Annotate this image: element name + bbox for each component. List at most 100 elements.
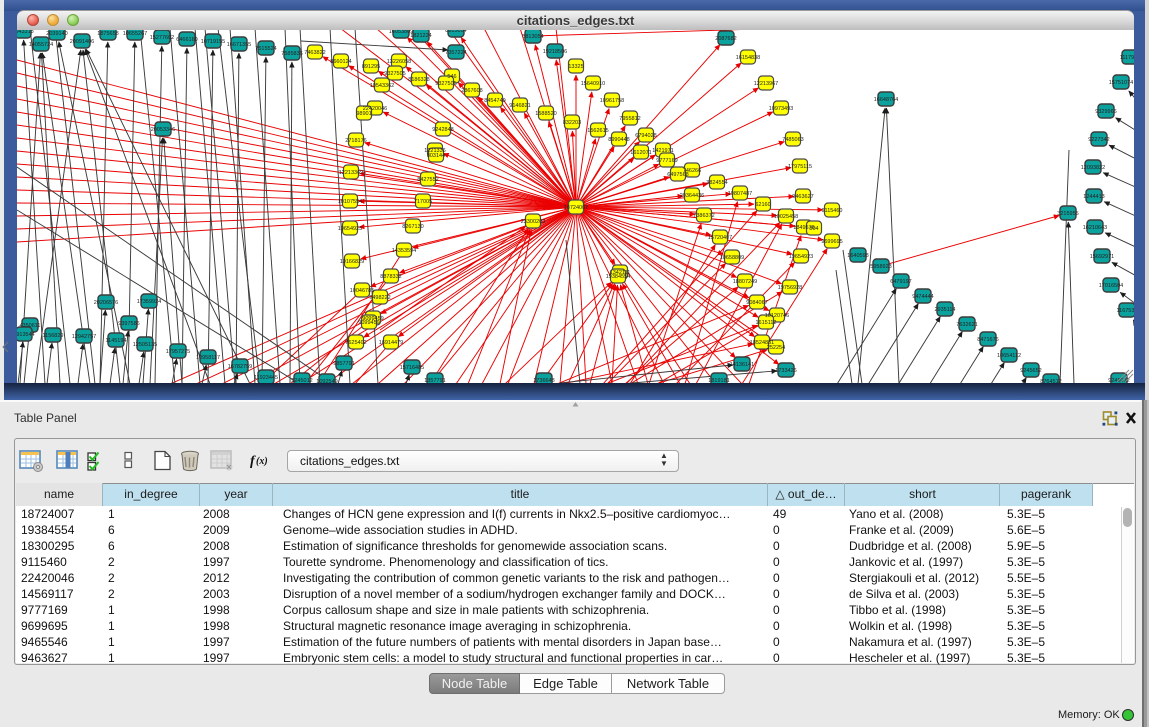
svg-text:7463822: 7463822 (304, 50, 325, 56)
svg-text:9498222: 9498222 (369, 295, 390, 301)
svg-text:10120746: 10120746 (765, 313, 789, 319)
svg-text:9227342: 9227342 (1088, 137, 1109, 143)
svg-text:1092549: 1092549 (316, 379, 337, 383)
svg-text:15716485: 15716485 (400, 365, 424, 371)
svg-text:20364436: 20364436 (680, 193, 704, 199)
svg-text:10961758: 10961758 (600, 98, 624, 104)
svg-text:9146821: 9146821 (509, 103, 530, 109)
svg-text:9463627: 9463627 (792, 194, 813, 200)
svg-text:832203: 832203 (563, 120, 581, 126)
svg-text:10807487: 10807487 (728, 191, 752, 197)
svg-text:7485063: 7485063 (782, 137, 803, 143)
svg-text:12093822: 12093822 (1081, 165, 1105, 171)
svg-text:17016504: 17016504 (1099, 283, 1123, 289)
svg-text:2718176: 2718176 (345, 138, 366, 144)
svg-text:6479197: 6479197 (890, 279, 911, 285)
svg-text:8878332: 8878332 (380, 274, 401, 280)
svg-text:8813054: 8813054 (522, 34, 543, 40)
svg-text:1615112: 1615112 (755, 320, 776, 326)
svg-text:20053346: 20053346 (151, 127, 175, 133)
svg-text:9245652: 9245652 (1020, 368, 1041, 374)
svg-text:8764512: 8764512 (1040, 379, 1061, 383)
svg-text:1875658: 1875658 (97, 31, 118, 37)
svg-text:18724007: 18724007 (564, 205, 588, 211)
svg-text:8186328: 8186328 (408, 77, 429, 83)
svg-text:9099459: 9099459 (358, 320, 379, 326)
svg-text:8454749: 8454749 (484, 98, 505, 104)
svg-text:7386372: 7386372 (693, 213, 714, 219)
svg-text:(x): (x) (256, 456, 268, 467)
svg-text:4350611: 4350611 (19, 323, 40, 329)
svg-text:6497568: 6497568 (667, 172, 688, 178)
svg-text:7955812: 7955812 (619, 116, 640, 122)
svg-text:9245012: 9245012 (291, 378, 312, 383)
svg-text:9474444: 9474444 (912, 294, 933, 300)
svg-text:8660124: 8660124 (330, 59, 351, 65)
svg-text:16154838: 16154838 (736, 55, 760, 61)
svg-text:15720407: 15720407 (708, 235, 732, 241)
svg-text:14353594: 14353594 (392, 248, 416, 254)
svg-text:7585836: 7585836 (281, 51, 302, 57)
svg-text:14136141: 14136141 (730, 362, 754, 368)
svg-text:17975115: 17975115 (788, 164, 812, 170)
svg-text:12505135: 12505135 (133, 342, 157, 348)
svg-text:10046785: 10046785 (350, 288, 374, 294)
svg-text:9699695: 9699695 (821, 239, 842, 245)
svg-text:891295: 891295 (362, 64, 380, 70)
svg-text:10025458: 10025458 (774, 214, 798, 220)
svg-text:1733426: 1733426 (775, 368, 796, 374)
svg-text:20091406: 20091406 (70, 39, 94, 45)
svg-text:8267130: 8267130 (402, 224, 423, 230)
svg-text:8471676: 8471676 (977, 337, 998, 343)
svg-text:804: 804 (809, 226, 818, 232)
svg-text:252254: 252254 (767, 345, 785, 351)
svg-text:6794028: 6794028 (635, 133, 656, 139)
svg-text:10658809: 10658809 (720, 255, 744, 261)
svg-text:9397586: 9397586 (118, 321, 139, 327)
svg-text:2935114: 2935114 (934, 307, 955, 313)
svg-text:3824554: 3824554 (706, 180, 727, 186)
svg-text:3913544: 3913544 (17, 332, 35, 338)
svg-text:8427552: 8427552 (417, 177, 438, 183)
svg-text:19166829: 19166829 (340, 259, 364, 265)
svg-text:7357224: 7357224 (445, 50, 466, 56)
svg-text:9777169: 9777169 (656, 158, 677, 164)
svg-text:10107554: 10107554 (338, 199, 362, 205)
svg-text:23300203: 23300203 (521, 219, 545, 225)
svg-text:9084067: 9084067 (746, 300, 767, 306)
svg-text:2867608: 2867608 (461, 88, 482, 94)
svg-text:15640910: 15640910 (581, 81, 605, 87)
svg-text:10958117: 10958117 (196, 355, 220, 361)
svg-text:12213369: 12213369 (339, 170, 363, 176)
svg-text:17359924: 17359924 (137, 299, 161, 305)
svg-text:16914479: 16914479 (379, 340, 403, 346)
svg-text:12213967: 12213967 (754, 81, 778, 87)
svg-text:1562615: 1562615 (587, 128, 608, 134)
svg-text:17957275: 17957275 (166, 349, 190, 355)
svg-text:8813054: 8813054 (445, 30, 466, 34)
svg-text:1244413: 1244413 (1083, 194, 1104, 200)
svg-text:1588520: 1588520 (535, 111, 556, 117)
svg-text:10973493: 10973493 (769, 106, 793, 112)
svg-text:9329966: 9329966 (1095, 109, 1116, 115)
svg-text:7625402: 7625402 (345, 340, 366, 346)
svg-text:1421971: 1421971 (652, 148, 673, 154)
svg-text:9242848: 9242848 (432, 127, 453, 133)
svg-text:7632621: 7632621 (956, 322, 977, 328)
svg-text:16671355: 16671355 (227, 42, 251, 48)
svg-text:1612071: 1612071 (630, 150, 651, 156)
svg-text:98901: 98901 (356, 111, 371, 117)
svg-text:12942757: 12942757 (72, 334, 96, 340)
svg-text:546: 546 (447, 74, 456, 80)
svg-text:16210643: 16210643 (1083, 225, 1107, 231)
svg-text:15277602: 15277602 (150, 35, 174, 41)
svg-text:19756928: 19756928 (778, 285, 802, 291)
svg-text:16782759: 16782759 (228, 364, 252, 370)
svg-text:19654923: 19654923 (338, 226, 362, 232)
svg-text:18807249: 18807249 (733, 279, 757, 285)
svg-text:10543362: 10543362 (370, 83, 394, 89)
svg-text:2043318: 2043318 (17, 30, 34, 35)
svg-text:9115460: 9115460 (821, 208, 842, 214)
svg-text:14055724: 14055724 (29, 42, 53, 48)
svg-text:3215955: 3215955 (1057, 211, 1078, 217)
